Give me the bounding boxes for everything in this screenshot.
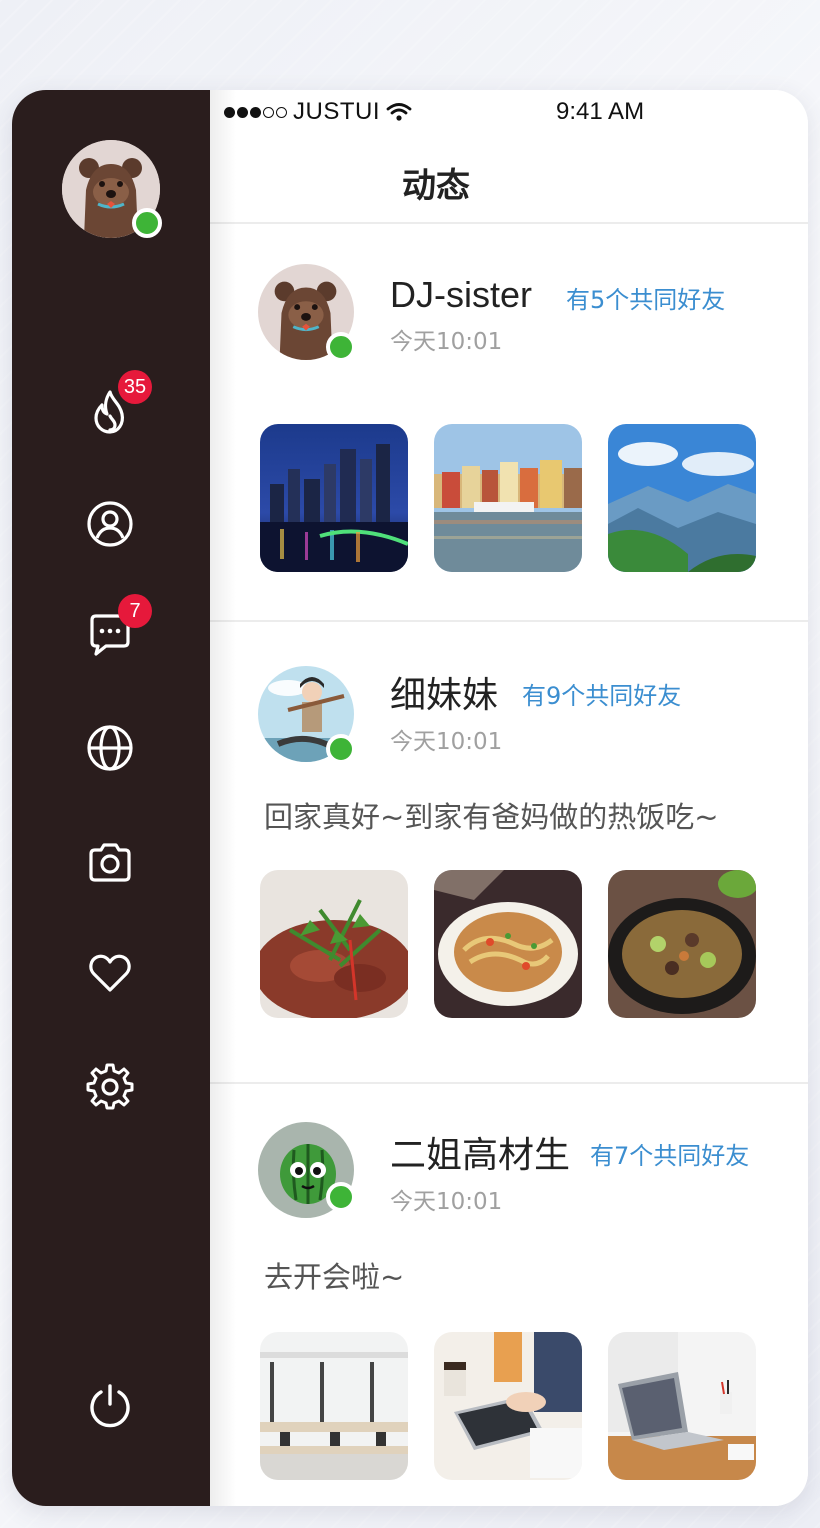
- post-text: 回家真好~到家有爸妈做的热饭吃~: [264, 800, 719, 834]
- carrier-name: JUSTUI: [293, 98, 380, 125]
- feed-panel: JUSTUI 9:41 AM 动态 DJ-sister 有5个共同好友 今天10…: [210, 90, 808, 1506]
- post-photo[interactable]: [260, 424, 408, 572]
- status-bar: JUSTUI 9:41 AM: [210, 90, 808, 136]
- post-time: 今天10:01: [390, 329, 503, 355]
- nav-explore[interactable]: [84, 722, 136, 774]
- post-1[interactable]: DJ-sister 有5个共同好友 今天10:01: [210, 224, 808, 620]
- wifi-icon: [386, 103, 412, 121]
- harbor-photo-icon: [434, 424, 582, 572]
- post-time: 今天10:01: [390, 1189, 503, 1215]
- nav-profile[interactable]: [84, 498, 136, 550]
- heart-icon: [89, 954, 131, 992]
- sidebar: 35 7: [12, 90, 210, 1506]
- signal-strength-icon: [224, 106, 287, 118]
- mountain-photo-icon: [608, 424, 756, 572]
- post-text: 去开会啦~: [264, 1260, 405, 1294]
- post-author[interactable]: 二姐高材生: [390, 1126, 570, 1178]
- status-left: JUSTUI: [224, 98, 412, 126]
- laptop-writing-photo-icon: [434, 1332, 582, 1480]
- laptop-desk-photo-icon: [608, 1332, 756, 1480]
- camera-icon: [89, 843, 131, 882]
- post-photo[interactable]: [608, 424, 756, 572]
- hot-badge: 35: [118, 370, 152, 404]
- post-photo[interactable]: [434, 424, 582, 572]
- post-photo[interactable]: [260, 870, 408, 1018]
- mutual-friends-link[interactable]: 有9个共同好友: [522, 676, 681, 711]
- power-button[interactable]: [84, 1380, 136, 1432]
- power-icon: [90, 1384, 130, 1428]
- gear-icon: [86, 1063, 134, 1110]
- user-icon: [87, 501, 133, 547]
- status-time: 9:41 AM: [556, 98, 645, 125]
- stew-pot-photo-icon: [608, 870, 756, 1018]
- online-status-dot: [326, 332, 356, 362]
- office-photo-icon: [260, 1332, 408, 1480]
- post-time: 今天10:01: [390, 729, 503, 755]
- nav-camera[interactable]: [84, 836, 136, 888]
- phone-frame: 35 7 JUSTUI 9:41 AM 动态 DJ-sister 有5个共同好友…: [12, 90, 808, 1506]
- post-photo[interactable]: [608, 870, 756, 1018]
- post-author[interactable]: 细妹妹: [390, 666, 498, 718]
- messages-badge: 7: [118, 594, 152, 628]
- post-photo[interactable]: [260, 1332, 408, 1480]
- post-photo[interactable]: [434, 870, 582, 1018]
- post-author[interactable]: DJ-sister: [390, 274, 532, 316]
- mutual-friends-link[interactable]: 有7个共同好友: [590, 1136, 749, 1171]
- globe-icon: [87, 725, 133, 771]
- post-3[interactable]: 二姐高材生 有7个共同好友 今天10:01 去开会啦~: [210, 1084, 808, 1506]
- page-title: 动态: [402, 166, 470, 206]
- post-2[interactable]: 细妹妹 有9个共同好友 今天10:01 回家真好~到家有爸妈做的热饭吃~: [210, 622, 808, 1082]
- nav-favorites[interactable]: [84, 946, 136, 998]
- online-status-dot: [326, 1182, 356, 1212]
- city-night-photo-icon: [260, 424, 408, 572]
- post-photo[interactable]: [608, 1332, 756, 1480]
- online-status-dot: [132, 208, 162, 238]
- beef-dish-photo-icon: [260, 870, 408, 1018]
- noodle-dish-photo-icon: [434, 870, 582, 1018]
- nav-settings[interactable]: [84, 1060, 136, 1112]
- mutual-friends-link[interactable]: 有5个共同好友: [566, 280, 725, 315]
- online-status-dot: [326, 734, 356, 764]
- post-photo[interactable]: [434, 1332, 582, 1480]
